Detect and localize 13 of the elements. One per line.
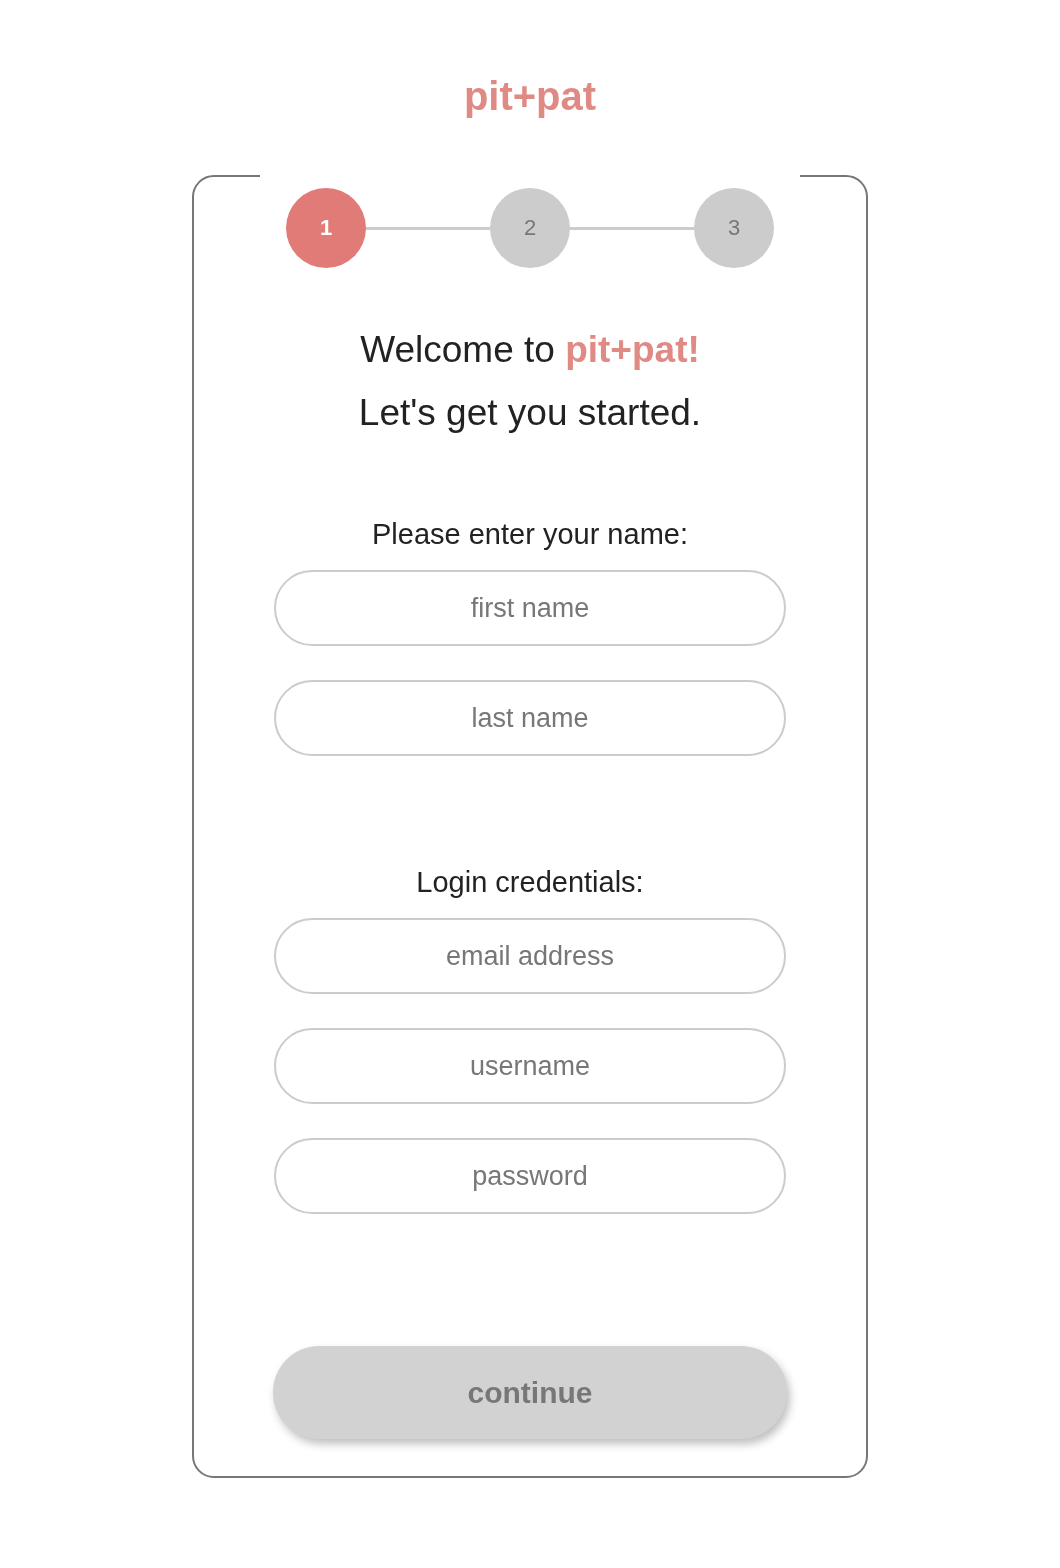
welcome-heading: Let's get you started. <box>358 391 702 435</box>
step-indicator: 3 <box>694 188 774 268</box>
input-field[interactable]: first name <box>274 570 786 646</box>
logo: pit+pat <box>463 73 597 120</box>
step-indicator: 2 <box>490 188 570 268</box>
welcome-heading: Welcome to pit+pat! <box>360 328 700 372</box>
input-field[interactable]: email address <box>274 918 786 994</box>
input-field[interactable]: username <box>274 1028 786 1104</box>
step-indicator: 1 <box>286 188 366 268</box>
section-label: Login credentials: <box>416 865 644 900</box>
input-field[interactable]: password <box>274 1138 786 1214</box>
section-label: Please enter your name: <box>372 517 688 552</box>
input-field[interactable]: last name <box>274 680 786 756</box>
